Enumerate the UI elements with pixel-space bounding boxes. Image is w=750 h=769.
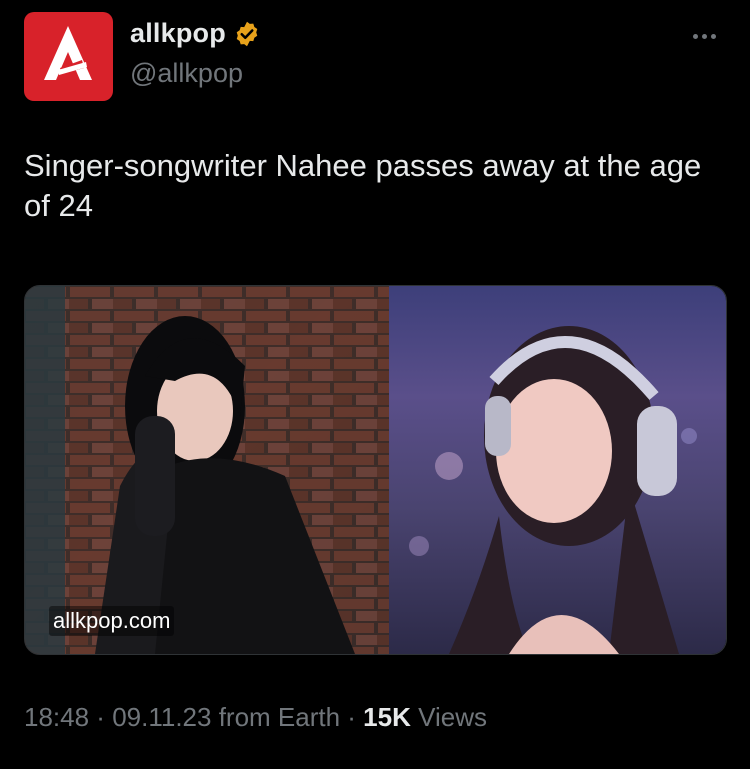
meta-separator: ·	[89, 702, 113, 732]
more-dot	[692, 33, 698, 39]
tweet-media[interactable]: allkpop.com	[24, 285, 727, 655]
meta-separator: ·	[340, 702, 364, 732]
views-count[interactable]: 15K	[363, 702, 411, 732]
avatar[interactable]	[24, 12, 113, 101]
more-dot	[710, 33, 716, 39]
views-label: Views	[410, 702, 487, 732]
tweet-meta: 18:48 · 09.11.23 from Earth · 15K Views	[24, 702, 487, 733]
photo-right-illustration	[409, 326, 697, 654]
photo-headphones[interactable]	[389, 286, 726, 654]
author-display-name[interactable]: allkpop	[130, 18, 226, 49]
more-options-icon[interactable]	[684, 24, 724, 48]
allkpop-logo-icon	[44, 26, 92, 80]
photo-brick-wall[interactable]: allkpop.com	[25, 286, 389, 654]
media-watermark: allkpop.com	[49, 606, 175, 636]
tweet-source: from Earth	[211, 702, 341, 732]
author-name-row: allkpop	[130, 18, 261, 49]
more-dot	[701, 33, 707, 39]
verified-badge-icon	[236, 21, 258, 46]
tweet-date[interactable]: 09.11.23	[112, 702, 211, 732]
tweet-text: Singer-songwriter Nahee passes away at t…	[24, 148, 702, 223]
photo-left-illustration	[25, 286, 389, 654]
tweet-time[interactable]: 18:48	[24, 702, 89, 732]
author-handle[interactable]: @allkpop	[130, 58, 243, 89]
